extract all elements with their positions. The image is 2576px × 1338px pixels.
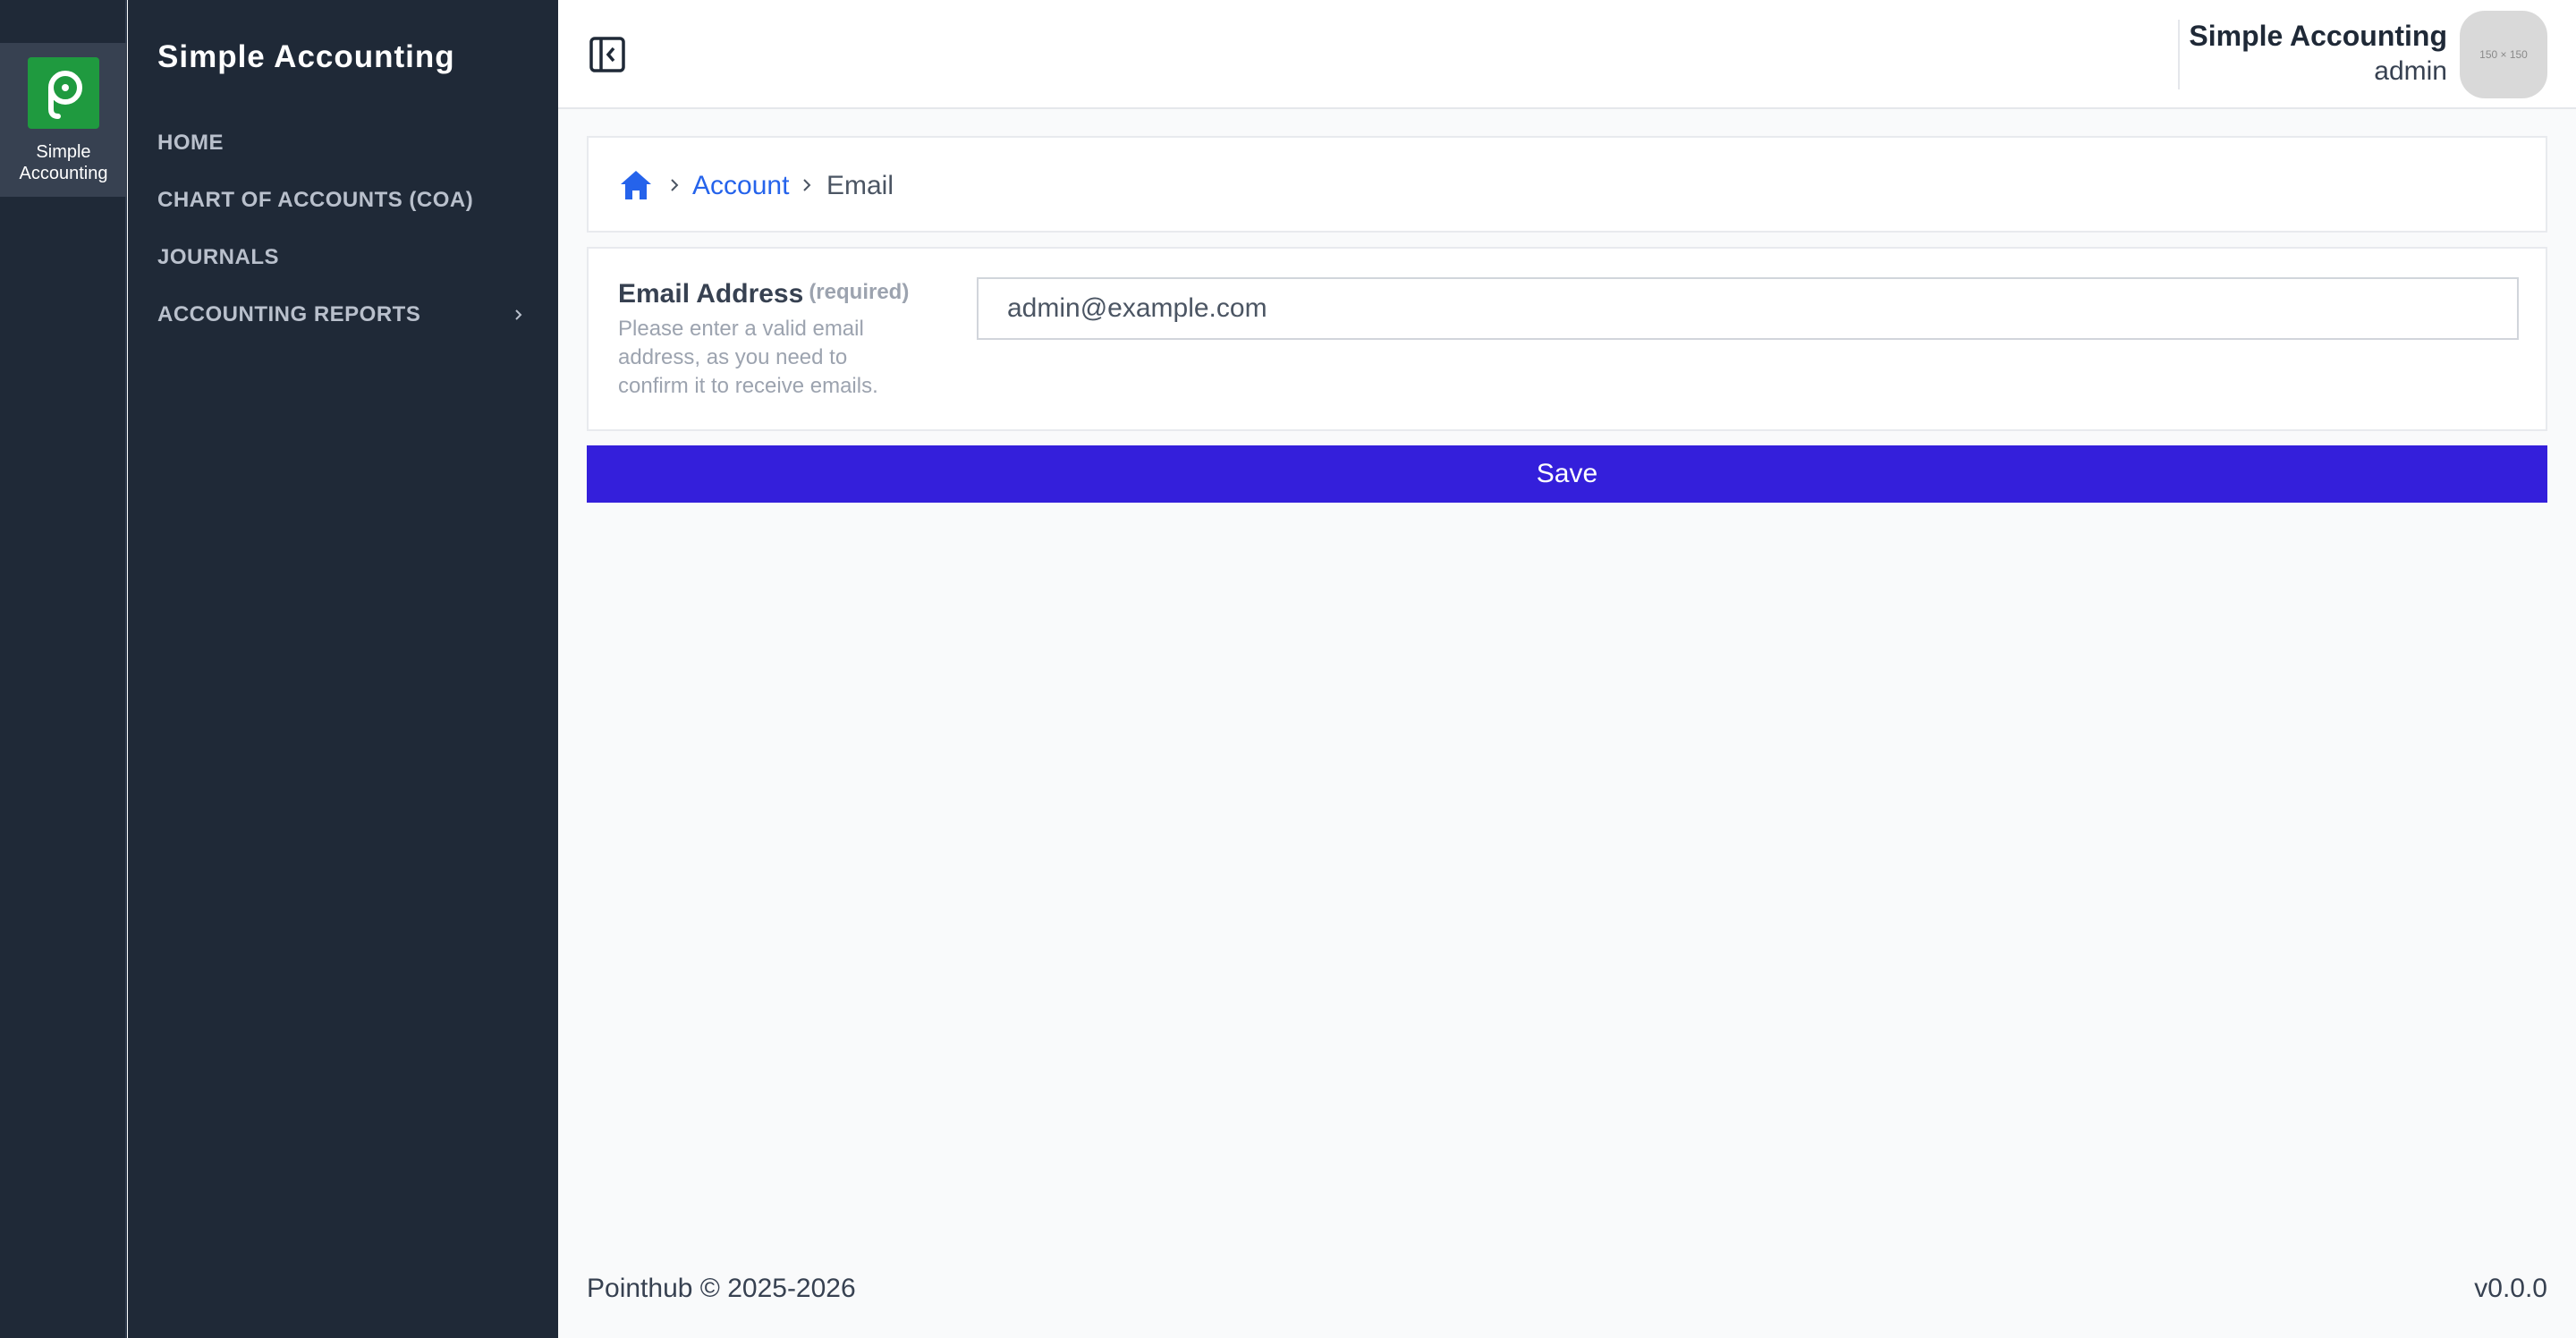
breadcrumb-account-link[interactable]: Account [692, 168, 789, 204]
sidebar: Simple Accounting HOME CHART OF ACCOUNTS… [128, 0, 558, 1338]
user-role: admin [2374, 56, 2447, 86]
email-field[interactable] [977, 277, 2519, 340]
sidebar-item-chart-of-accounts[interactable]: CHART OF ACCOUNTS (COA) [128, 182, 558, 240]
avatar[interactable]: 150 × 150 [2460, 11, 2547, 98]
email-help-text: Please enter a valid email address, as y… [618, 317, 878, 398]
required-badge: (required) [809, 280, 910, 304]
user-menu[interactable]: Simple Accounting admin [2189, 18, 2447, 89]
footer-copyright: Pointhub © 2025-2026 [587, 1274, 856, 1303]
sidebar-item-home[interactable]: HOME [128, 125, 558, 182]
sidebar-menu: HOME CHART OF ACCOUNTS (COA) JOURNALS AC… [128, 125, 558, 354]
footer-version: v0.0.0 [2474, 1274, 2547, 1303]
sidebar-item-label: CHART OF ACCOUNTS (COA) [157, 188, 474, 212]
breadcrumb-current: Email [826, 171, 894, 200]
sidebar-item-journals[interactable]: JOURNALS [128, 240, 558, 297]
sidebar-title: Simple Accounting [157, 39, 455, 74]
rail-app-simple-accounting[interactable]: Simple Accounting [0, 43, 127, 197]
app-rail: Simple Accounting [0, 0, 127, 1338]
top-bar: Simple Accounting admin 150 × 150 [558, 0, 2576, 109]
chevron-right-icon [671, 179, 679, 191]
email-label: Email Address (required) [618, 279, 909, 309]
breadcrumb: Account Email [587, 136, 2547, 233]
sidebar-collapse-icon[interactable] [589, 36, 626, 73]
chevron-right-icon [515, 309, 522, 320]
home-icon[interactable] [619, 168, 653, 202]
sidebar-item-label: JOURNALS [157, 245, 280, 269]
header-divider [2178, 20, 2180, 89]
rail-app-label: Simple Accounting [19, 142, 108, 183]
email-label-text: Email Address [618, 279, 804, 309]
sidebar-item-label: HOME [157, 131, 224, 155]
chevron-right-icon [803, 179, 811, 191]
save-button[interactable]: Save [587, 445, 2547, 503]
sidebar-item-label: ACCOUNTING REPORTS [157, 302, 421, 326]
sidebar-item-accounting-reports[interactable]: ACCOUNTING REPORTS [128, 297, 558, 354]
app-logo-icon [28, 57, 99, 129]
email-form: Email Address (required) Please enter a v… [587, 247, 2547, 431]
user-name: Simple Accounting [2189, 20, 2447, 52]
